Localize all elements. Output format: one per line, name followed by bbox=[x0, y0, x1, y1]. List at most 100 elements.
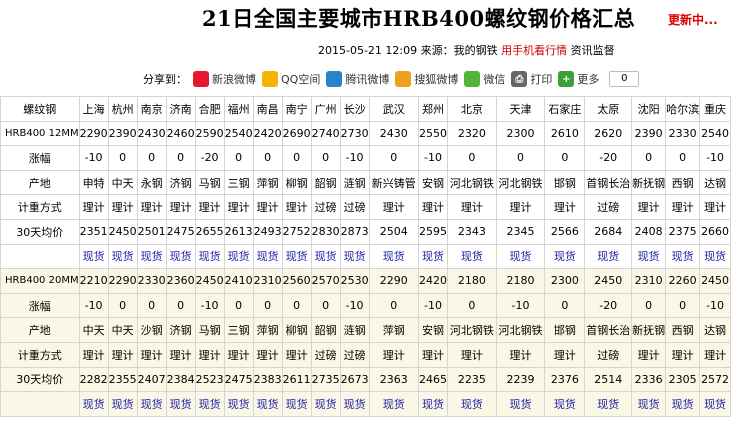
spot-link[interactable]: 现货 bbox=[368, 391, 420, 417]
city-header: 合肥 bbox=[194, 96, 225, 122]
wechat-share-button[interactable]: 微信 bbox=[464, 71, 505, 87]
city-header: 杭州 bbox=[107, 96, 138, 122]
spot-link[interactable]: 现货 bbox=[281, 243, 312, 270]
table-cell: 2407 bbox=[136, 366, 167, 393]
spot-link[interactable]: 现货 bbox=[447, 243, 497, 270]
spot-link[interactable]: 现货 bbox=[584, 391, 633, 417]
table-cell: 2465 bbox=[418, 366, 448, 393]
source-link[interactable]: 我的钢铁 bbox=[454, 44, 498, 57]
table-row: 30天均价 2351 2450 2501 2475 2655 2613 2493 2752 283… bbox=[0, 218, 731, 245]
table-cell: 2290 bbox=[107, 268, 138, 294]
spot-link[interactable]: 现货 bbox=[699, 391, 731, 417]
table-cell: 2282 bbox=[78, 366, 109, 393]
sohu-weibo-share-button[interactable]: 搜狐微博 bbox=[395, 71, 458, 87]
table-cell: 理计 bbox=[418, 341, 448, 368]
table-cell: 河北钢铁 bbox=[495, 169, 546, 196]
spot-link[interactable]: 现货 bbox=[699, 243, 731, 270]
qzone-share-button[interactable]: QQ空间 bbox=[262, 71, 320, 87]
table-cell: 河北钢铁 bbox=[447, 169, 497, 196]
table-cell: 过磅 bbox=[584, 341, 633, 368]
table-cell: 理计 bbox=[665, 194, 701, 220]
spot-link[interactable]: 现货 bbox=[310, 243, 341, 270]
spot-link[interactable]: 现货 bbox=[631, 243, 667, 270]
table-cell: -10 bbox=[339, 292, 370, 319]
spot-link[interactable]: 现货 bbox=[339, 391, 370, 417]
spot-link[interactable]: 现货 bbox=[665, 243, 701, 270]
spot-link[interactable]: 现货 bbox=[495, 391, 546, 417]
table-cell: 2504 bbox=[368, 218, 420, 245]
table-cell: 理计 bbox=[544, 194, 586, 220]
table-row: 涨幅 -10 0 0 0 -20 0 0 0 0 -10 0 -10 0 0 0 -20 0 0 -10 bbox=[0, 145, 731, 171]
table-cell: 2420 bbox=[252, 120, 283, 147]
spot-link[interactable]: 现货 bbox=[223, 243, 254, 270]
spot-link[interactable]: 现货 bbox=[107, 243, 138, 270]
table-cell: 理计 bbox=[699, 194, 731, 220]
spot-link[interactable]: 现货 bbox=[194, 391, 225, 417]
table-cell: 理计 bbox=[495, 194, 546, 220]
mobile-link[interactable]: 用手机看行情 bbox=[501, 44, 567, 57]
table-cell: 理计 bbox=[165, 341, 196, 368]
spot-link[interactable]: 现货 bbox=[368, 243, 420, 270]
spot-link[interactable]: 现货 bbox=[252, 243, 283, 270]
city-header: 太原 bbox=[584, 96, 633, 122]
table-cell: 理计 bbox=[418, 194, 448, 220]
table-row: HRB400 20MM 2210 2290 2330 2360 2450 2410 2310 2… bbox=[0, 268, 731, 294]
table-cell: 2590 bbox=[194, 120, 225, 147]
table-cell: -10 bbox=[418, 145, 448, 171]
spot-link[interactable]: 现货 bbox=[107, 391, 138, 417]
spot-link[interactable]: 现货 bbox=[194, 243, 225, 270]
table-cell: 邯钢 bbox=[544, 317, 586, 343]
table-cell: 理计 bbox=[223, 194, 254, 220]
table-cell: 2620 bbox=[584, 120, 633, 147]
city-header: 武汉 bbox=[368, 96, 420, 122]
table-cell: 2390 bbox=[631, 120, 667, 147]
spot-link[interactable]: 现货 bbox=[252, 391, 283, 417]
tencent-weibo-icon bbox=[326, 71, 343, 87]
print-share-button[interactable]: ⎙ 打印 bbox=[511, 71, 552, 87]
spot-link[interactable]: 现货 bbox=[78, 391, 109, 417]
table-cell: 过磅 bbox=[339, 194, 370, 220]
spot-link[interactable]: 现货 bbox=[495, 243, 546, 270]
table-cell: 2570 bbox=[310, 268, 341, 294]
spot-link[interactable]: 现货 bbox=[165, 391, 196, 417]
spot-link[interactable]: 现货 bbox=[418, 391, 448, 417]
table-cell: 韶钢 bbox=[310, 317, 341, 343]
table-cell: 0 bbox=[447, 292, 497, 319]
spot-link[interactable]: 现货 bbox=[544, 391, 586, 417]
table-cell: 河北钢铁 bbox=[495, 317, 546, 343]
spot-link[interactable]: 现货 bbox=[544, 243, 586, 270]
weibo-share-button[interactable]: 新浪微博 bbox=[193, 71, 256, 87]
spot-link[interactable]: 现货 bbox=[165, 243, 196, 270]
table-cell: 0 bbox=[665, 292, 701, 319]
supervise-link[interactable]: 资讯监督 bbox=[571, 44, 615, 57]
spot-link[interactable]: 现货 bbox=[447, 391, 497, 417]
table-cell: 0 bbox=[136, 292, 167, 319]
city-header: 南宁 bbox=[281, 96, 312, 122]
tencent-weibo-share-button[interactable]: 腾讯微博 bbox=[326, 71, 389, 87]
spot-link[interactable]: 现货 bbox=[223, 391, 254, 417]
table-cell: 济钢 bbox=[165, 317, 196, 343]
spot-link[interactable]: 现货 bbox=[665, 391, 701, 417]
spot-link[interactable]: 现货 bbox=[136, 243, 167, 270]
table-cell: 中天 bbox=[107, 169, 138, 196]
plus-share-button[interactable]: + 更多 bbox=[558, 71, 599, 87]
table-cell: 0 bbox=[223, 292, 254, 319]
table-cell: 过磅 bbox=[339, 341, 370, 368]
price-table: 螺纹钢 上海 杭州 南京 济南 合肥 福州 南昌 南宁 广州 长沙 武汉 郑州 北京 天津 石家庄 太原 沈阳 哈尔… bbox=[0, 96, 731, 417]
table-cell: 2501 bbox=[136, 218, 167, 245]
table-cell: 理计 bbox=[368, 341, 420, 368]
spot-link[interactable]: 现货 bbox=[281, 391, 312, 417]
spot-link[interactable]: 现货 bbox=[631, 391, 667, 417]
table-cell: 2540 bbox=[223, 120, 254, 147]
spot-link[interactable]: 现货 bbox=[78, 243, 109, 270]
table-cell: 2345 bbox=[495, 218, 546, 245]
table-cell: 涟钢 bbox=[339, 317, 370, 343]
spot-link[interactable]: 现货 bbox=[418, 243, 448, 270]
city-header: 郑州 bbox=[418, 96, 448, 122]
table-cell: 三钢 bbox=[223, 317, 254, 343]
spot-link[interactable]: 现货 bbox=[136, 391, 167, 417]
spot-link[interactable]: 现货 bbox=[310, 391, 341, 417]
spot-link[interactable]: 现货 bbox=[339, 243, 370, 270]
spot-link[interactable]: 现货 bbox=[584, 243, 633, 270]
updating-link[interactable]: 更新中... bbox=[668, 11, 718, 28]
